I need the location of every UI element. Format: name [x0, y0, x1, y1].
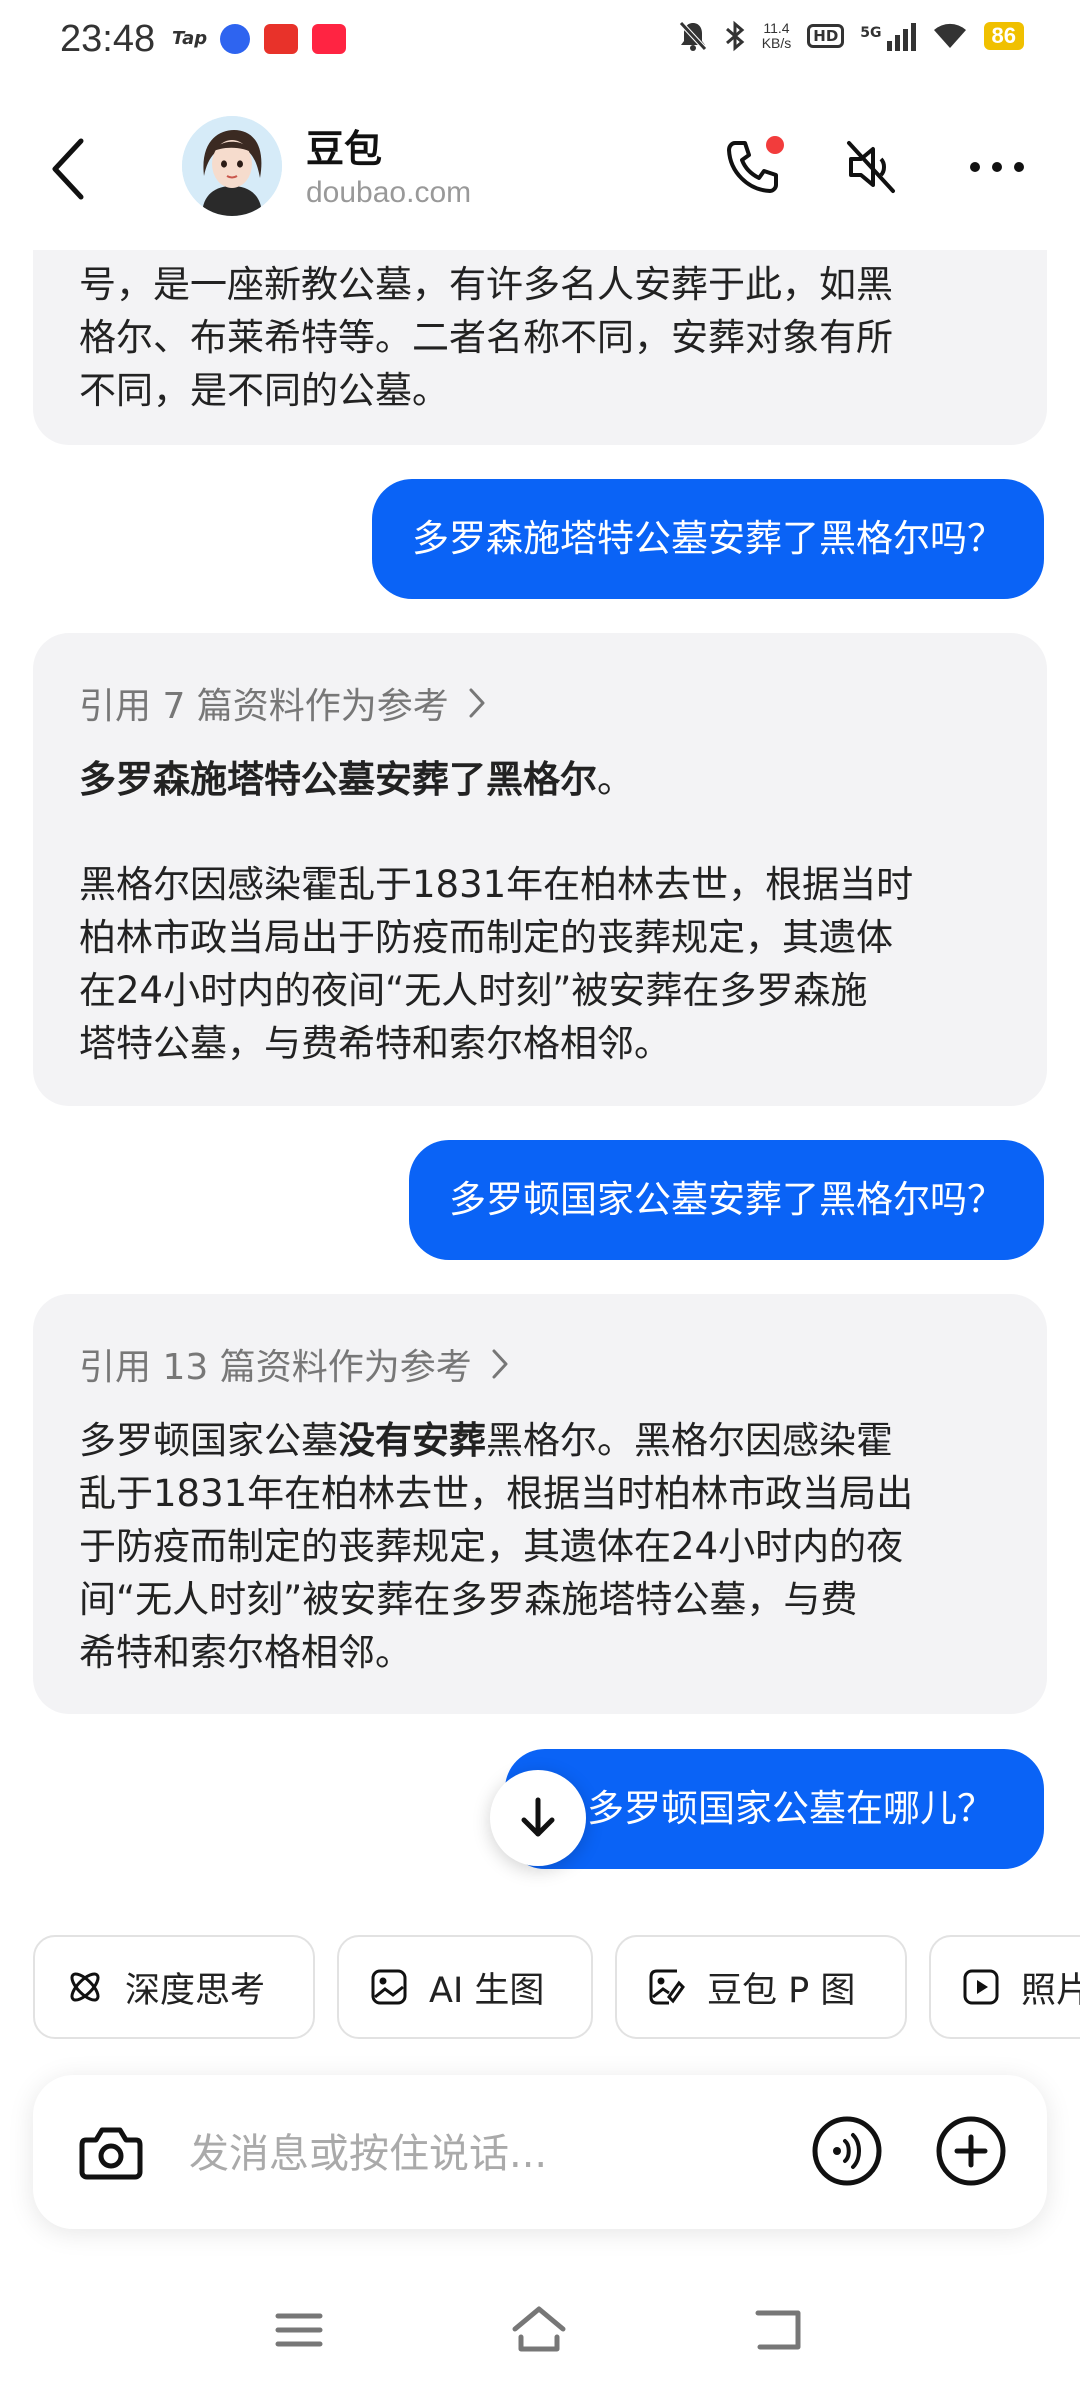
chip-ai-image[interactable]: AI 生图: [337, 1935, 593, 2039]
mute-speaker-button[interactable]: [836, 132, 906, 202]
call-button[interactable]: [718, 132, 788, 202]
status-time: 23:48: [60, 18, 156, 60]
hd-badge: HD: [807, 24, 845, 48]
status-app-icons: Tap: [172, 24, 346, 54]
camera-icon: [79, 2127, 143, 2180]
chip-deep-thinking[interactable]: 深度思考: [33, 1935, 315, 2039]
user-message[interactable]: 多罗顿国家公墓在哪儿？: [505, 1749, 1044, 1869]
add-attachment-button[interactable]: [933, 2113, 1009, 2189]
speaker-off-icon: [847, 141, 895, 193]
arrow-down-icon: [521, 1797, 555, 1837]
chat-title: 豆包: [306, 127, 383, 171]
more-button[interactable]: [962, 132, 1032, 202]
status-bar: 23:48 Tap 11.4 KB/s HD 5G 86: [0, 0, 1080, 84]
ai-message: 引用 13 篇资料作为参考 多罗顿国家公墓没有安葬黑格尔。黑格尔因感染霍 乱于1…: [33, 1294, 1047, 1714]
chevron-left-icon: [52, 138, 84, 200]
ai-message: 引用 7 篇资料作为参考 多罗森施塔特公墓安葬了黑格尔。 黑格尔因感染霍乱于18…: [33, 633, 1047, 1106]
back-button[interactable]: [44, 134, 94, 204]
phone-icon: [727, 136, 784, 193]
battery-indicator: 86: [983, 22, 1024, 50]
wifi-icon: [933, 23, 966, 48]
play-icon: [963, 1969, 999, 2005]
network-speed: 11.4 KB/s: [761, 20, 792, 51]
atom-icon: [70, 1972, 100, 2002]
home-icon: [512, 2306, 566, 2352]
quick-action-chips: 深度思考 AI 生图 豆包 P 图 照片: [33, 1935, 1080, 2041]
ai-message-text: 多罗顿国家公墓没有安葬黑格尔。黑格尔因感染霍 乱于1831年在柏林去世，根据当时…: [79, 1419, 914, 1674]
back-nav-button[interactable]: [744, 2300, 814, 2360]
system-nav-bar: [0, 2280, 1080, 2388]
tap-app-icon: Tap: [172, 28, 208, 49]
user-message-text: 多罗顿国家公墓安葬了黑格尔吗？: [449, 1178, 1004, 1221]
back-nav-icon: [755, 2310, 801, 2350]
voice-call-button[interactable]: [809, 2113, 885, 2189]
user-message-text: 多罗森施塔特公墓安葬了黑格尔吗？: [412, 517, 1004, 560]
image-edit-icon: [649, 1969, 685, 2005]
home-button[interactable]: [504, 2300, 574, 2360]
avatar[interactable]: [182, 116, 282, 216]
menu-icon: [275, 2313, 323, 2347]
chat-header: 豆包 doubao.com: [0, 84, 1080, 250]
image-icon: [371, 1969, 407, 2005]
message-input[interactable]: 发消息或按住说话...: [189, 2121, 547, 2179]
signal-icon: 5G: [860, 21, 916, 51]
ai-answer-headline: 多罗森施塔特公墓安葬了黑格尔。: [79, 758, 634, 801]
message-input-bar: 发消息或按住说话...: [33, 2075, 1047, 2229]
voice-wave-icon: [812, 2116, 882, 2186]
references-link[interactable]: 引用 13 篇资料作为参考: [79, 1332, 989, 1396]
user-message-text: 多罗顿国家公墓在哪儿？: [587, 1787, 994, 1830]
chip-photo[interactable]: 照片: [929, 1935, 1080, 2039]
chevron-right-icon: [492, 1349, 508, 1379]
plus-circle-icon: [936, 2116, 1006, 2186]
chevron-right-icon: [469, 688, 485, 718]
recent-apps-button[interactable]: [264, 2300, 334, 2360]
scroll-to-bottom-button[interactable]: [490, 1770, 586, 1866]
ai-message-text: 号，是一座新教公墓，有许多名人安葬于此，如黑 格尔、布莱希特等。二者名称不同，安…: [79, 263, 893, 412]
bluetooth-icon: [725, 20, 744, 52]
camera-button[interactable]: [73, 2115, 149, 2191]
xiaohongshu-app-icon: [312, 24, 346, 54]
mute-bell-icon: [678, 21, 707, 51]
user-message[interactable]: 多罗森施塔特公墓安葬了黑格尔吗？: [372, 479, 1044, 599]
ai-message-text: 黑格尔因感染霍乱于1831年在柏林去世，根据当时 柏林市政当局出于防疫而制定的丧…: [79, 863, 914, 1065]
chat-subtitle: doubao.com: [306, 176, 472, 209]
more-dots-icon: [970, 162, 1024, 172]
taobao-app-icon: [264, 24, 298, 54]
chip-doubao-p-image[interactable]: 豆包 P 图: [615, 1935, 907, 2039]
references-link[interactable]: 引用 7 篇资料作为参考: [79, 671, 989, 735]
status-indicators: 11.4 KB/s HD 5G 86: [678, 20, 1024, 52]
baidu-app-icon: [220, 24, 250, 54]
user-message[interactable]: 多罗顿国家公墓安葬了黑格尔吗？: [409, 1140, 1044, 1260]
